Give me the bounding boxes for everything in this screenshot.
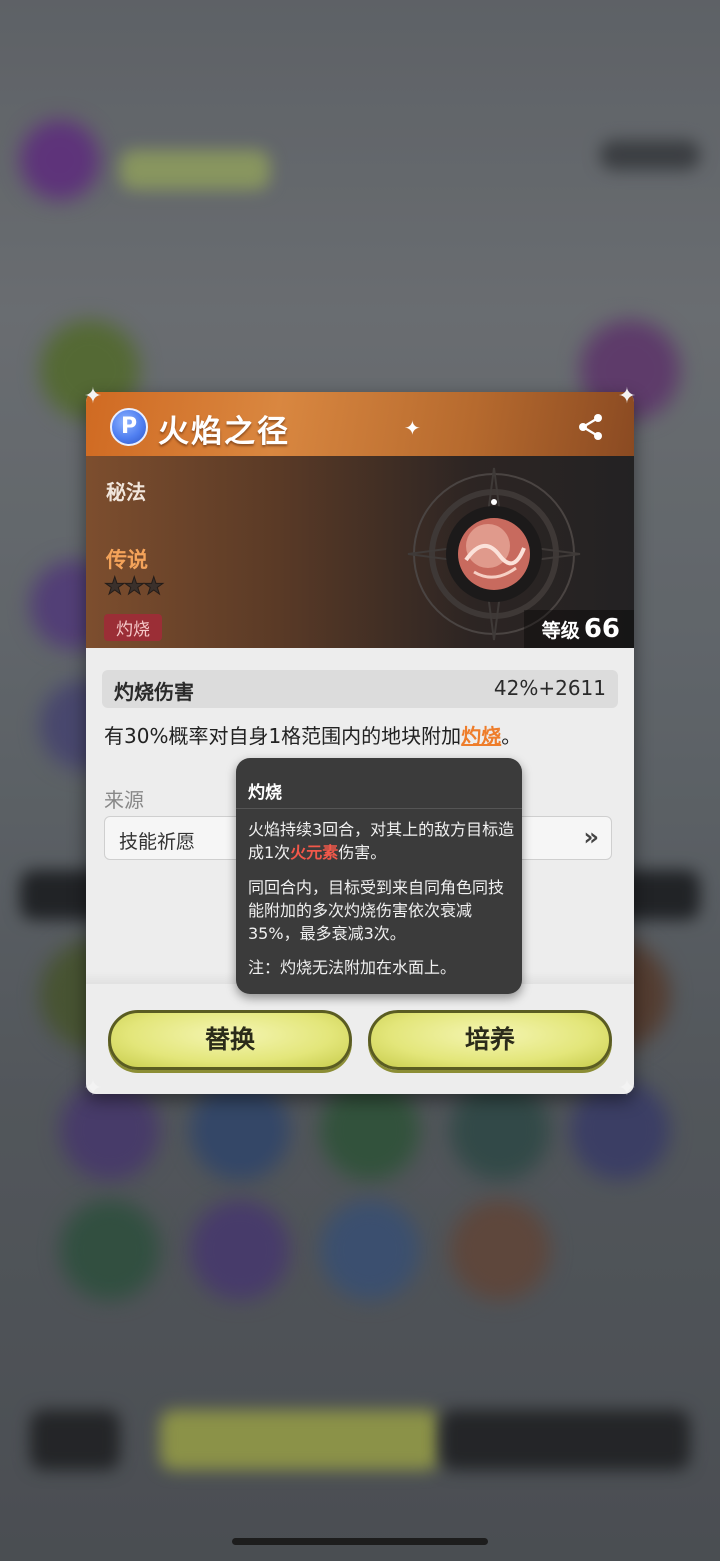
level-label: 等级 <box>541 620 580 642</box>
replace-button[interactable]: 替换 <box>108 1010 352 1070</box>
level-box: 等级 66 <box>523 610 634 648</box>
corner-ornament-icon: ✦ <box>617 1076 637 1101</box>
dialog-title-bar: P 火焰之径 ✦ <box>86 392 634 459</box>
source-value: 技能祈愿 <box>119 831 196 853</box>
tooltip-divider <box>236 808 522 809</box>
stat-name: 灼烧伤害 <box>114 680 194 704</box>
home-indicator[interactable] <box>232 1538 488 1545</box>
star-rating: ★★★ <box>104 572 166 601</box>
train-button[interactable]: 培养 <box>368 1010 612 1070</box>
tooltip-paragraph: 火焰持续3回合，对其上的敌方目标造成1次火元素伤害。 <box>248 818 516 864</box>
stat-row: 灼烧伤害 42%+2611 <box>102 670 618 708</box>
item-title: 火焰之径 <box>158 414 290 450</box>
item-hero-panel: 秘法 传说 ★★★ 灼烧 等级 66 <box>86 456 634 648</box>
tooltip-note: 注：灼烧无法附加在水面上。 <box>248 958 457 977</box>
corner-ornament-icon: ✦ <box>83 384 103 409</box>
tooltip-paragraph: 同回合内，目标受到来自同角色同技能附加的多次灼烧伤害依次衰减35%，最多衰减3次… <box>248 878 505 943</box>
corner-ornament-icon: ✦ <box>83 1076 103 1101</box>
tooltip-title: 灼烧 <box>248 783 282 803</box>
corner-ornament-icon: ✦ <box>617 384 637 409</box>
fire-element-text: 火元素 <box>290 843 339 862</box>
keyword-tooltip: 灼烧 火焰持续3回合，对其上的敌方目标造成1次火元素伤害。 同回合内，目标受到来… <box>236 758 522 994</box>
sparkle-icon: ✦ <box>404 416 421 440</box>
crystal-p-icon: P <box>110 408 148 446</box>
description-end: 。 <box>501 724 522 748</box>
level-value: 66 <box>583 614 620 644</box>
double-chevron-right-icon: » <box>583 823 599 851</box>
burn-keyword-link[interactable]: 灼烧 <box>461 724 501 748</box>
stat-value: 42%+2611 <box>493 676 606 700</box>
description-text: 有30%概率对自身1格范围内的地块附加 <box>104 724 462 748</box>
share-icon[interactable] <box>576 412 606 442</box>
item-description: 有30%概率对自身1格范围内的地块附加灼烧。 <box>104 720 521 749</box>
item-rarity: 传说 <box>106 548 148 572</box>
item-type: 秘法 <box>106 480 146 504</box>
element-tag: 灼烧 <box>104 614 162 641</box>
tooltip-text: 伤害。 <box>338 843 387 862</box>
source-label: 来源 <box>104 788 144 812</box>
